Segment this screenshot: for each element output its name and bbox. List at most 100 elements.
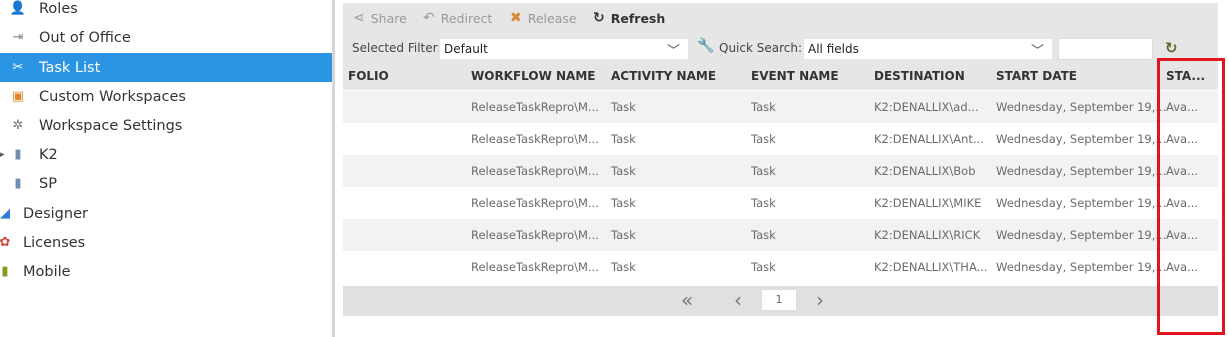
cell-event-name: Task <box>751 260 776 274</box>
first-page-icon[interactable]: « <box>681 288 693 312</box>
next-page-icon[interactable]: › <box>816 288 824 312</box>
cell-event-name: Task <box>751 164 776 178</box>
sidebar-item-label: Workspace Settings <box>39 117 183 134</box>
mobile-icon: ▮ <box>1 264 9 279</box>
server-icon: ▮ <box>14 147 22 162</box>
table-row[interactable]: ReleaseTaskRepro\M... Task Task K2:DENAL… <box>343 91 1218 123</box>
sidebar-item-sp[interactable]: ▮ SP <box>0 169 332 198</box>
cell-start-date: Wednesday, September 19,... <box>996 196 1167 210</box>
licenses-icon: ✿ <box>0 235 11 250</box>
grid-header: FOLIO WORKFLOW NAME ACTIVITY NAME EVENT … <box>343 62 1218 90</box>
table-row[interactable]: ReleaseTaskRepro\M... Task Task K2:DENAL… <box>343 219 1218 251</box>
out-of-office-icon: ⇥ <box>12 30 24 45</box>
cell-workflow-name: ReleaseTaskRepro\M... <box>471 100 599 114</box>
sidebar-item-mobile[interactable]: ▮ Mobile <box>0 257 332 286</box>
release-icon: ✖ <box>510 10 522 26</box>
cell-activity-name: Task <box>611 132 636 146</box>
sidebar-item-label: Task List <box>39 59 101 76</box>
cell-destination: K2:DENALLIX\ad... <box>874 100 979 114</box>
selected-filter-select[interactable]: Default ﹀ <box>439 38 689 60</box>
toolbar: ⋖ Share ↶ Redirect ✖ Release ↻ Refresh S… <box>343 3 1218 62</box>
wrench-icon: 🔧 <box>697 38 715 54</box>
cell-event-name: Task <box>751 228 776 242</box>
cell-start-date: Wednesday, September 19,... <box>996 132 1167 146</box>
table-row[interactable]: ReleaseTaskRepro\M... Task Task K2:DENAL… <box>343 155 1218 187</box>
cell-workflow-name: ReleaseTaskRepro\M... <box>471 164 599 178</box>
custom-workspaces-icon: ▣ <box>11 89 25 104</box>
selected-filter-value: Default <box>444 42 488 56</box>
column-header-activity-name[interactable]: ACTIVITY NAME <box>611 69 716 83</box>
cell-event-name: Task <box>751 196 776 210</box>
cell-activity-name: Task <box>611 164 636 178</box>
table-row[interactable]: ReleaseTaskRepro\M... Task Task K2:DENAL… <box>343 123 1218 155</box>
cell-activity-name: Task <box>611 228 636 242</box>
highlight-box <box>1157 58 1225 335</box>
column-header-start-date[interactable]: START DATE <box>996 69 1077 83</box>
sidebar-item-label: Roles <box>39 0 78 17</box>
cell-workflow-name: ReleaseTaskRepro\M... <box>471 132 599 146</box>
cell-event-name: Task <box>751 132 776 146</box>
release-label: Release <box>527 10 577 26</box>
cell-workflow-name: ReleaseTaskRepro\M... <box>471 196 599 210</box>
column-header-workflow-name[interactable]: WORKFLOW NAME <box>471 69 595 83</box>
expand-arrow-icon[interactable]: ▸ <box>0 150 5 160</box>
workspace-settings-icon: ✲ <box>12 118 24 133</box>
column-header-event-name[interactable]: EVENT NAME <box>751 69 839 83</box>
cell-destination: K2:DENALLIX\Ant... <box>874 132 984 146</box>
chevron-down-icon: ﹀ <box>666 44 680 59</box>
sidebar-item-out-of-office[interactable]: ⇥ Out of Office <box>0 23 332 52</box>
cell-activity-name: Task <box>611 260 636 274</box>
refresh-button[interactable]: ↻ Refresh <box>593 10 665 26</box>
cell-destination: K2:DENALLIX\MIKE <box>874 196 982 210</box>
sidebar-item-label: SP <box>39 175 57 192</box>
cell-start-date: Wednesday, September 19,... <box>996 260 1167 274</box>
filter-row: Selected Filter: Default ﹀ 🔧 Quick Searc… <box>343 38 1218 60</box>
release-button[interactable]: ✖ Release <box>510 10 577 26</box>
sidebar-item-label: Mobile <box>23 263 71 280</box>
sidebar-item-label: Out of Office <box>39 29 131 46</box>
redirect-icon: ↶ <box>423 10 435 26</box>
quick-search-input[interactable] <box>1058 38 1153 60</box>
sidebar-divider[interactable] <box>332 0 335 337</box>
selected-filter-label: Selected Filter: <box>352 41 442 55</box>
table-row[interactable]: ReleaseTaskRepro\M... Task Task K2:DENAL… <box>343 251 1218 283</box>
share-icon: ⋖ <box>353 10 365 26</box>
redirect-label: Redirect <box>440 10 493 26</box>
quick-search-field-select[interactable]: All fields ﹀ <box>803 38 1053 60</box>
sidebar-item-label: K2 <box>39 146 58 163</box>
designer-icon: ◢ <box>0 206 10 221</box>
sidebar-item-designer[interactable]: ◢ Designer <box>0 199 332 228</box>
sidebar-item-licenses[interactable]: ✿ Licenses <box>0 228 332 257</box>
share-button[interactable]: ⋖ Share <box>353 10 407 26</box>
table-row[interactable]: ReleaseTaskRepro\M... Task Task K2:DENAL… <box>343 187 1218 219</box>
sidebar-item-task-list[interactable]: ✂ Task List <box>0 53 332 82</box>
roles-icon: 👤 <box>9 1 27 16</box>
cell-workflow-name: ReleaseTaskRepro\M... <box>471 228 599 242</box>
sidebar-item-label: Designer <box>23 205 88 222</box>
sidebar-item-label: Licenses <box>23 234 86 251</box>
pager: « ‹ 1 › <box>343 286 1218 316</box>
cell-start-date: Wednesday, September 19,... <box>996 164 1167 178</box>
redirect-button[interactable]: ↶ Redirect <box>423 10 492 26</box>
page-number-input[interactable]: 1 <box>761 289 797 311</box>
refresh-icon: ↻ <box>593 10 605 26</box>
sidebar-item-k2[interactable]: ▸ ▮ K2 <box>0 140 332 169</box>
chevron-down-icon: ﹀ <box>1030 44 1044 59</box>
cell-destination: K2:DENALLIX\Bob <box>874 164 976 178</box>
previous-page-icon[interactable]: ‹ <box>734 288 742 312</box>
cell-workflow-name: ReleaseTaskRepro\M... <box>471 260 599 274</box>
share-label: Share <box>370 10 407 26</box>
sidebar-item-custom-workspaces[interactable]: ▣ Custom Workspaces <box>0 82 332 111</box>
quick-search-label: Quick Search: <box>719 41 803 55</box>
column-header-folio[interactable]: FOLIO <box>348 69 389 83</box>
cell-start-date: Wednesday, September 19,... <box>996 228 1167 242</box>
cell-activity-name: Task <box>611 196 636 210</box>
sidebar: 👤 Roles ⇥ Out of Office ✂ Task List ▣ Cu… <box>0 0 332 337</box>
search-refresh-icon[interactable]: ↻ <box>1165 39 1178 57</box>
cell-event-name: Task <box>751 100 776 114</box>
sidebar-item-workspace-settings[interactable]: ✲ Workspace Settings <box>0 111 332 140</box>
column-header-destination[interactable]: DESTINATION <box>874 69 965 83</box>
server-icon: ▮ <box>14 176 22 191</box>
cell-start-date: Wednesday, September 19,... <box>996 100 1167 114</box>
sidebar-item-roles[interactable]: 👤 Roles <box>0 0 332 23</box>
